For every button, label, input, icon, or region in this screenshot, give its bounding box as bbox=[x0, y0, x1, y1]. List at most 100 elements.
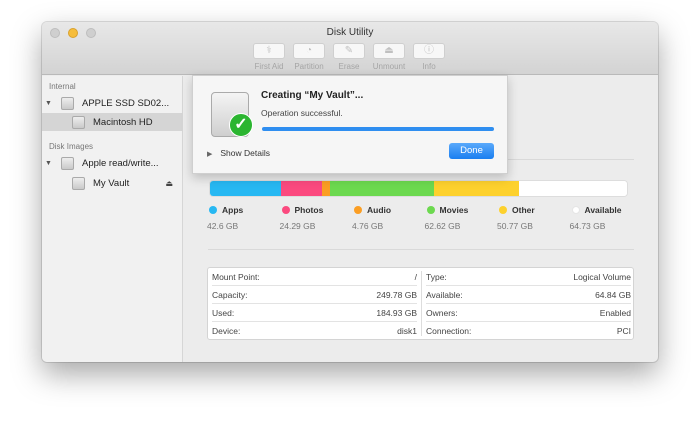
progress-sheet: ✓ Creating “My Vault”... Operation succe… bbox=[192, 75, 508, 174]
erase-button[interactable]: ✎ Erase bbox=[332, 43, 366, 71]
info-column-left: Mount Point: / Capacity: 249.78 GB Used: 184.… bbox=[208, 268, 421, 339]
legend-value: 62.62 GB bbox=[424, 221, 461, 231]
window-title: Disk Utility bbox=[326, 27, 374, 38]
info-table: Mount Point: / Capacity: 249.78 GB Used: 184.… bbox=[207, 267, 634, 340]
disclosure-triangle-icon: ▶ bbox=[207, 151, 213, 158]
unmount-button[interactable]: ⏏ Unmount bbox=[372, 43, 406, 71]
legend-value: 50.77 GB bbox=[497, 221, 533, 231]
legend-dot-icon bbox=[209, 206, 217, 214]
info-key: Capacity: bbox=[212, 289, 248, 300]
pie-icon: ◔ bbox=[293, 43, 325, 59]
sheet-message: Operation successful. bbox=[261, 108, 343, 118]
info-value: Logical Volume bbox=[573, 271, 631, 282]
sidebar-item-label: Apple read/write... bbox=[82, 157, 159, 169]
section-internal: Internal bbox=[49, 82, 76, 91]
first-aid-button[interactable]: ⚕ First Aid bbox=[252, 43, 286, 71]
sidebar-item-apple-read-write[interactable]: ▼ Apple read/write... bbox=[42, 154, 183, 172]
legend-item-movies: Movies 62.62 GB bbox=[424, 205, 499, 231]
legend-name: Movies bbox=[439, 205, 469, 215]
info-value: / bbox=[414, 271, 417, 282]
checkmark-icon: ✓ bbox=[229, 113, 253, 137]
unmount-icon: ⏏ bbox=[373, 43, 405, 59]
legend-item-apps: Apps 42.6 GB bbox=[207, 205, 281, 231]
disk-image-icon bbox=[72, 176, 85, 190]
sidebar-item-label: Macintosh HD bbox=[93, 116, 153, 128]
info-value: 64.84 GB bbox=[595, 289, 631, 300]
first-aid-label: First Aid bbox=[254, 62, 284, 71]
show-details-label: Show Details bbox=[220, 148, 270, 158]
legend-dot-icon bbox=[281, 206, 290, 214]
partition-button[interactable]: ◔ Partition bbox=[292, 43, 326, 71]
sidebar-item-macintosh-hd[interactable]: Macintosh HD bbox=[42, 113, 183, 131]
info-value: 184.93 GB bbox=[376, 307, 417, 318]
info-column-right: Type: Logical Volume Available: 64.84 GB Own… bbox=[422, 268, 635, 339]
legend-item-available: Available 64.73 GB bbox=[569, 205, 644, 231]
info-row: Used: 184.93 GB bbox=[212, 304, 417, 322]
info-key: Available: bbox=[426, 289, 463, 300]
disk-icon bbox=[72, 115, 85, 129]
info-value: Enabled bbox=[599, 307, 631, 318]
info-key: Used: bbox=[212, 307, 235, 318]
info-row: Capacity: 249.78 GB bbox=[212, 286, 417, 304]
info-row: Connection: PCI bbox=[426, 322, 631, 340]
disk-utility-window: Disk Utility ⚕ First Aid ◔ Partition ✎ Eras… bbox=[42, 22, 658, 362]
info-value: 249.78 GB bbox=[376, 289, 417, 300]
legend-name: Audio bbox=[367, 205, 392, 215]
info-button[interactable]: ⓘ Info bbox=[412, 43, 446, 71]
info-row: Type: Logical Volume bbox=[426, 268, 631, 286]
erase-label: Erase bbox=[338, 62, 360, 71]
sidebar-item-apple-ssd[interactable]: ▼ APPLE SSD SD02... bbox=[42, 94, 183, 112]
sidebar-item-my-vault[interactable]: My Vault ⏏ bbox=[42, 174, 183, 192]
disclosure-triangle-icon[interactable]: ▼ bbox=[45, 160, 52, 167]
legend-value: 4.76 GB bbox=[352, 221, 384, 231]
unmount-label: Unmount bbox=[372, 62, 406, 71]
info-row: Device: disk1 bbox=[212, 322, 417, 340]
legend-item-photos: Photos 24.29 GB bbox=[279, 205, 354, 231]
info-key: Mount Point: bbox=[212, 271, 260, 282]
usage-segment-apps bbox=[210, 181, 282, 196]
info-value: PCI bbox=[616, 326, 631, 336]
usage-segment-available bbox=[518, 181, 627, 196]
info-key: Type: bbox=[426, 271, 447, 282]
legend-dot-icon bbox=[499, 206, 507, 214]
sidebar: Internal ▼ APPLE SSD SD02... Macintosh H… bbox=[42, 76, 183, 362]
info-label: Info bbox=[422, 62, 436, 71]
show-details-toggle[interactable]: ▶ Show Details bbox=[207, 148, 270, 158]
eject-icon[interactable]: ⏏ bbox=[165, 179, 173, 188]
info-key: Owners: bbox=[426, 307, 458, 318]
divider bbox=[208, 249, 634, 250]
disclosure-triangle-icon[interactable]: ▼ bbox=[45, 100, 52, 107]
legend-name: Apps bbox=[222, 205, 244, 215]
disk-image-icon bbox=[61, 156, 74, 170]
legend-item-audio: Audio 4.76 GB bbox=[352, 205, 426, 231]
disk-icon bbox=[61, 96, 74, 110]
sidebar-item-label: APPLE SSD SD02... bbox=[82, 97, 170, 109]
usage-segment-other bbox=[434, 181, 519, 196]
legend-dot-icon bbox=[426, 206, 435, 214]
progress-fill bbox=[262, 127, 494, 131]
sidebar-item-label: My Vault bbox=[93, 177, 130, 189]
usage-segment-photos bbox=[281, 181, 322, 196]
info-row: Owners: Enabled bbox=[426, 304, 631, 322]
erase-icon: ✎ bbox=[333, 43, 365, 59]
partition-label: Partition bbox=[294, 62, 324, 71]
usage-bar bbox=[209, 180, 628, 197]
legend-item-other: Other 50.77 GB bbox=[497, 205, 571, 231]
legend-value: 24.29 GB bbox=[279, 221, 316, 231]
usage-segment-audio bbox=[321, 181, 330, 196]
section-disk-images: Disk Images bbox=[49, 142, 94, 151]
sheet-title: Creating “My Vault”... bbox=[261, 90, 364, 101]
legend-value: 42.6 GB bbox=[207, 221, 239, 231]
info-key: Device: bbox=[212, 326, 241, 336]
info-icon: ⓘ bbox=[413, 43, 445, 59]
legend-name: Available bbox=[584, 205, 622, 215]
info-key: Connection: bbox=[426, 326, 472, 336]
legend-value: 64.73 GB bbox=[569, 221, 606, 231]
done-button[interactable]: Done bbox=[449, 143, 494, 159]
stethoscope-icon: ⚕ bbox=[253, 43, 285, 59]
usage-segment-movies bbox=[329, 181, 435, 196]
info-value: disk1 bbox=[397, 326, 417, 336]
info-row: Available: 64.84 GB bbox=[426, 286, 631, 304]
info-row: Mount Point: / bbox=[212, 268, 417, 286]
legend-name: Photos bbox=[294, 205, 324, 215]
